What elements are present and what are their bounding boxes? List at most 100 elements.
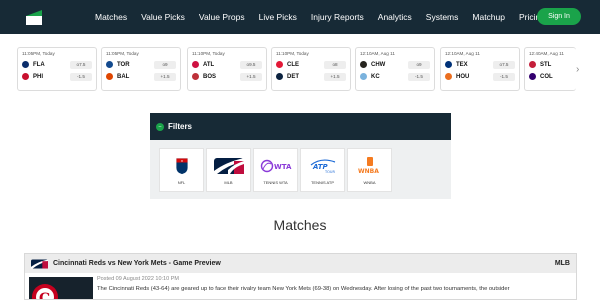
league-filter-wnba[interactable]: WNBA WNBA — [347, 148, 392, 192]
team-abbr: ATL — [203, 61, 215, 68]
league-filter-list: NFL MLB WTA TENNIS WTA ATP TOUR TENNIS A… — [159, 148, 394, 192]
odds-value[interactable]: +1.5 — [154, 72, 176, 81]
team-abbr: BOS — [203, 73, 217, 80]
game-card[interactable]: 11:10PM, Today CLE o8 DET +1.5 — [271, 47, 351, 91]
game-card[interactable]: 12:10AM, Aug 11 TEX o7.5 HOU -1.5 — [440, 47, 520, 91]
preview-text: The Cincinnati Reds (43-64) are geared u… — [97, 286, 510, 292]
game-time: 11:05PM, Today — [106, 51, 139, 56]
odds-value[interactable]: o7.5 — [70, 60, 92, 69]
odds-value[interactable]: o7.5 — [493, 60, 515, 69]
team-abbr: HOU — [456, 73, 470, 80]
nav-matchup[interactable]: Matchup — [472, 12, 505, 22]
atp-logo-icon: ATP TOUR — [309, 156, 337, 176]
team-logo-icon — [192, 73, 199, 80]
wta-logo-text: WTA — [274, 163, 292, 171]
team-row-home: DET +1.5 — [276, 71, 346, 82]
team-abbr: CHW — [371, 61, 386, 68]
game-card[interactable]: 11:05PM, Today TOR o9 BAL +1.5 — [101, 47, 181, 91]
odds-value[interactable]: o8 — [324, 60, 346, 69]
team-row-home: HOU -1.5 — [445, 71, 515, 82]
game-time: 11:10PM, Today — [276, 51, 309, 56]
odds-value[interactable]: +1.5 — [324, 72, 346, 81]
team-logo-icon — [360, 61, 367, 68]
nav-analytics[interactable]: Analytics — [378, 12, 412, 22]
game-card[interactable]: 12:10AM, Aug 11 CHW o9 KC -1.5 — [355, 47, 435, 91]
team-logo-icon — [529, 73, 536, 80]
team-abbr: DET — [287, 73, 299, 80]
league-filter-nfl[interactable]: NFL — [159, 148, 204, 192]
preview-thumbnail[interactable]: C — [29, 277, 93, 300]
svg-text:C: C — [39, 291, 50, 300]
wnba-logo-text: WNBA — [358, 168, 379, 175]
main-menu: Matches Value Picks Value Props Live Pic… — [95, 0, 559, 34]
odds-value[interactable]: o9.5 — [240, 60, 262, 69]
game-time: 11:05PM, Today — [22, 51, 55, 56]
game-time: 12:40AM, Aug 11 — [529, 51, 564, 56]
mlb-logo-icon — [31, 258, 48, 269]
filters-header[interactable]: – Filters — [150, 113, 451, 140]
team-row-away: CHW o9 — [360, 59, 430, 70]
nav-value-props[interactable]: Value Props — [199, 12, 245, 22]
team-logo-icon — [445, 73, 452, 80]
league-name: WNBA — [363, 179, 376, 185]
odds-value[interactable]: o9 — [408, 60, 430, 69]
nav-matches[interactable]: Matches — [95, 12, 127, 22]
game-preview-card[interactable]: Cincinnati Reds vs New York Mets - Game … — [24, 253, 577, 300]
league-name: MLB — [224, 179, 233, 185]
preview-header[interactable]: Cincinnati Reds vs New York Mets - Game … — [25, 254, 576, 273]
team-logo-icon — [192, 61, 199, 68]
league-filter-atp[interactable]: ATP TOUR TENNIS ATP — [300, 148, 345, 192]
reds-logo-icon: C — [32, 284, 58, 300]
team-row-away: CLE o8 — [276, 59, 346, 70]
team-row-home: COL — [529, 71, 572, 82]
team-abbr: FLA — [33, 61, 45, 68]
odds-value[interactable]: +1.5 — [240, 72, 262, 81]
team-row-away: FLA o7.5 — [22, 59, 92, 70]
odds-value[interactable]: -1.5 — [70, 72, 92, 81]
mlb-logo-icon — [213, 156, 244, 176]
team-row-home: BAL +1.5 — [106, 71, 176, 82]
preview-title[interactable]: Cincinnati Reds vs New York Mets - Game … — [53, 260, 221, 267]
wta-logo-icon: WTA — [260, 156, 292, 176]
odds-value[interactable]: -1.5 — [408, 72, 430, 81]
wnba-logo-icon: WNBA — [355, 156, 385, 176]
team-row-away: STL — [529, 59, 572, 70]
team-logo-icon — [360, 73, 367, 80]
team-row-away: TOR o9 — [106, 59, 176, 70]
league-name: TENNIS WTA — [263, 179, 288, 185]
league-name: NFL — [177, 179, 186, 185]
filters-title: Filters — [168, 122, 193, 131]
nav-live-picks[interactable]: Live Picks — [259, 12, 297, 22]
brand-logo[interactable] — [24, 7, 44, 27]
team-row-away: TEX o7.5 — [445, 59, 515, 70]
filters-panel: – Filters NFL MLB WTA TENNIS WTA ATP TOU… — [150, 113, 451, 199]
filter-toggle-icon[interactable]: – — [156, 122, 164, 131]
league-filter-wta[interactable]: WTA TENNIS WTA — [253, 148, 298, 192]
game-time: 12:10AM, Aug 11 — [445, 51, 480, 56]
team-abbr: TOR — [117, 61, 130, 68]
team-abbr: KC — [371, 73, 380, 80]
team-logo-icon — [276, 73, 283, 80]
preview-date: Posted 09 August 2022 10:10 PM — [97, 276, 179, 282]
nav-injury-reports[interactable]: Injury Reports — [311, 12, 364, 22]
team-row-home: BOS +1.5 — [192, 71, 262, 82]
game-card[interactable]: 11:10PM, Today ATL o9.5 BOS +1.5 — [187, 47, 267, 91]
league-tag: MLB — [554, 260, 570, 267]
chevron-right-icon[interactable]: › — [576, 64, 579, 75]
game-time: 12:10AM, Aug 11 — [360, 51, 395, 56]
top-nav: Matches Value Picks Value Props Live Pic… — [0, 0, 600, 34]
team-abbr: TEX — [456, 61, 468, 68]
odds-value[interactable]: -1.5 — [493, 72, 515, 81]
nav-systems[interactable]: Systems — [426, 12, 459, 22]
nav-value-picks[interactable]: Value Picks — [141, 12, 185, 22]
team-abbr: PHI — [33, 73, 44, 80]
game-card[interactable]: 11:05PM, Today FLA o7.5 PHI -1.5 — [17, 47, 97, 91]
atp-logo-subtext: TOUR — [324, 170, 335, 174]
odds-value[interactable]: o9 — [154, 60, 176, 69]
game-time: 11:10PM, Today — [192, 51, 225, 56]
game-card[interactable]: 12:40AM, Aug 11 STL COL — [524, 47, 576, 91]
sign-in-button[interactable]: Sign In — [537, 8, 581, 25]
team-logo-icon — [22, 61, 29, 68]
team-abbr: STL — [540, 61, 552, 68]
league-filter-mlb[interactable]: MLB — [206, 148, 251, 192]
